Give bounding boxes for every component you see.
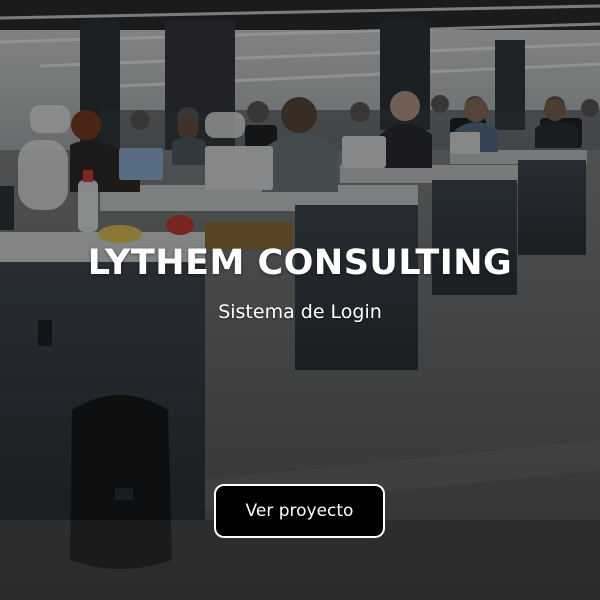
view-project-button[interactable]: Ver proyecto (214, 484, 385, 538)
project-card: LYTHEM CONSULTING Sistema de Login Ver p… (0, 0, 600, 600)
project-subtitle: Sistema de Login (218, 301, 382, 323)
brand-title: LYTHEM CONSULTING (87, 243, 513, 283)
